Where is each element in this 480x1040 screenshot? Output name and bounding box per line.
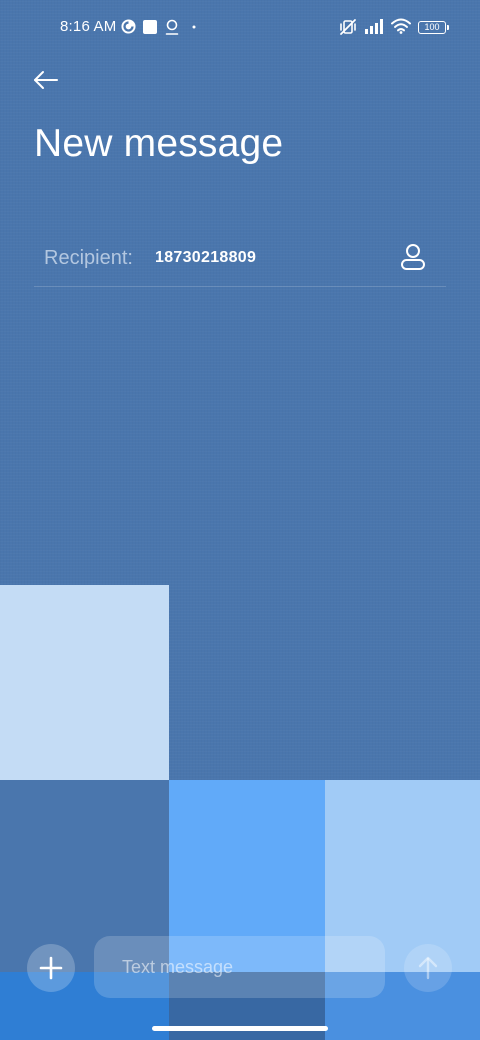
vibrate-off-icon: [340, 19, 356, 35]
message-input[interactable]: [94, 936, 385, 998]
dot-icon: [192, 25, 196, 29]
stop-square-icon: [143, 20, 157, 34]
status-time: 8:16 AM: [60, 18, 117, 35]
add-attachment-button[interactable]: [27, 944, 75, 992]
recipient-label: Recipient:: [44, 247, 133, 269]
recipient-value[interactable]: 18730218809: [155, 249, 256, 267]
signal-icon: [365, 19, 383, 34]
send-button[interactable]: [404, 944, 452, 992]
data-saver-icon: [121, 19, 136, 34]
arrow-left-icon: [34, 71, 58, 89]
back-button[interactable]: [30, 66, 62, 94]
plus-icon: [39, 956, 63, 980]
person-icon: [401, 244, 425, 270]
battery-level: 100: [424, 22, 440, 32]
arrow-up-icon: [418, 956, 438, 980]
contact-picker-button[interactable]: [396, 240, 430, 274]
battery-icon: 100: [418, 21, 449, 34]
background-tile: [0, 585, 169, 780]
home-indicator[interactable]: [152, 1026, 328, 1031]
status-bar: 8:16 AM 100: [0, 0, 480, 56]
wifi-icon: [391, 18, 411, 34]
recipient-field[interactable]: Recipient: 18730218809: [34, 230, 446, 287]
new-message-screen: 8:16 AM 100 New message Recipient: 18730…: [0, 0, 480, 1040]
location-pin-icon: [165, 19, 179, 35]
page-title: New message: [34, 122, 284, 165]
message-composer: [0, 930, 480, 1010]
